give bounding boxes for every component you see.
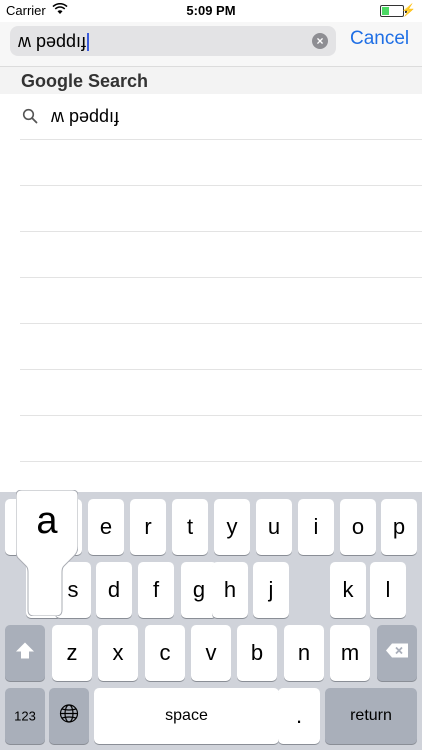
key-k[interactable]: k bbox=[330, 562, 366, 618]
charging-bolt-icon: ⚡ bbox=[401, 3, 416, 17]
row-separator bbox=[20, 231, 422, 232]
return-key[interactable]: return bbox=[325, 688, 417, 744]
status-bar: Carrier 5:09 PM ⚡ bbox=[0, 0, 422, 22]
search-input[interactable]: ʍ pəddıɟ × bbox=[10, 26, 336, 56]
key-u[interactable]: u bbox=[256, 499, 292, 555]
row-separator bbox=[20, 139, 422, 140]
clear-icon[interactable]: × bbox=[312, 33, 328, 49]
space-key[interactable]: space bbox=[94, 688, 279, 744]
key-m[interactable]: m bbox=[330, 625, 370, 681]
globe-icon bbox=[49, 704, 89, 729]
key-e[interactable]: e bbox=[88, 499, 124, 555]
row-separator bbox=[20, 185, 422, 186]
key-r[interactable]: r bbox=[130, 499, 166, 555]
cancel-button[interactable]: Cancel bbox=[350, 28, 409, 50]
suggestion-text: ʍ pəddıɟ bbox=[51, 106, 120, 126]
key-l[interactable]: l bbox=[370, 562, 406, 618]
clock: 5:09 PM bbox=[186, 3, 236, 18]
row-separator bbox=[20, 277, 422, 278]
suggestion-row[interactable]: ʍ pəddıɟ bbox=[0, 94, 422, 139]
key-f[interactable]: f bbox=[138, 562, 174, 618]
period-key[interactable]: . bbox=[278, 688, 320, 744]
key-v[interactable]: v bbox=[191, 625, 231, 681]
shift-icon bbox=[5, 642, 45, 665]
key-b[interactable]: b bbox=[237, 625, 277, 681]
key-p[interactable]: p bbox=[381, 499, 417, 555]
row-separator bbox=[20, 323, 422, 324]
key-c[interactable]: c bbox=[145, 625, 185, 681]
key-x[interactable]: x bbox=[98, 625, 138, 681]
search-query-text: ʍ pəddıɟ bbox=[18, 31, 90, 52]
delete-key[interactable] bbox=[377, 625, 417, 681]
globe-key[interactable] bbox=[49, 688, 89, 744]
row-separator bbox=[20, 369, 422, 370]
key-h[interactable]: h bbox=[212, 562, 248, 618]
text-caret bbox=[87, 33, 90, 52]
numbers-key[interactable]: 123 bbox=[5, 688, 45, 744]
search-icon bbox=[22, 108, 38, 124]
key-n[interactable]: n bbox=[284, 625, 324, 681]
key-z[interactable]: z bbox=[52, 625, 92, 681]
key-i[interactable]: i bbox=[298, 499, 334, 555]
row-separator bbox=[20, 461, 422, 462]
shift-key[interactable] bbox=[5, 625, 45, 681]
row-separator bbox=[20, 415, 422, 416]
key-popup-label: a bbox=[36, 500, 58, 542]
key-y[interactable]: y bbox=[214, 499, 250, 555]
search-bar: ʍ pəddıɟ × Cancel bbox=[0, 22, 422, 67]
key-d[interactable]: d bbox=[96, 562, 132, 618]
key-j[interactable]: j bbox=[253, 562, 289, 618]
section-title: Google Search bbox=[21, 71, 149, 91]
key-t[interactable]: t bbox=[172, 499, 208, 555]
delete-icon bbox=[377, 643, 417, 664]
section-header: Google Search bbox=[0, 67, 422, 94]
key-o[interactable]: o bbox=[340, 499, 376, 555]
